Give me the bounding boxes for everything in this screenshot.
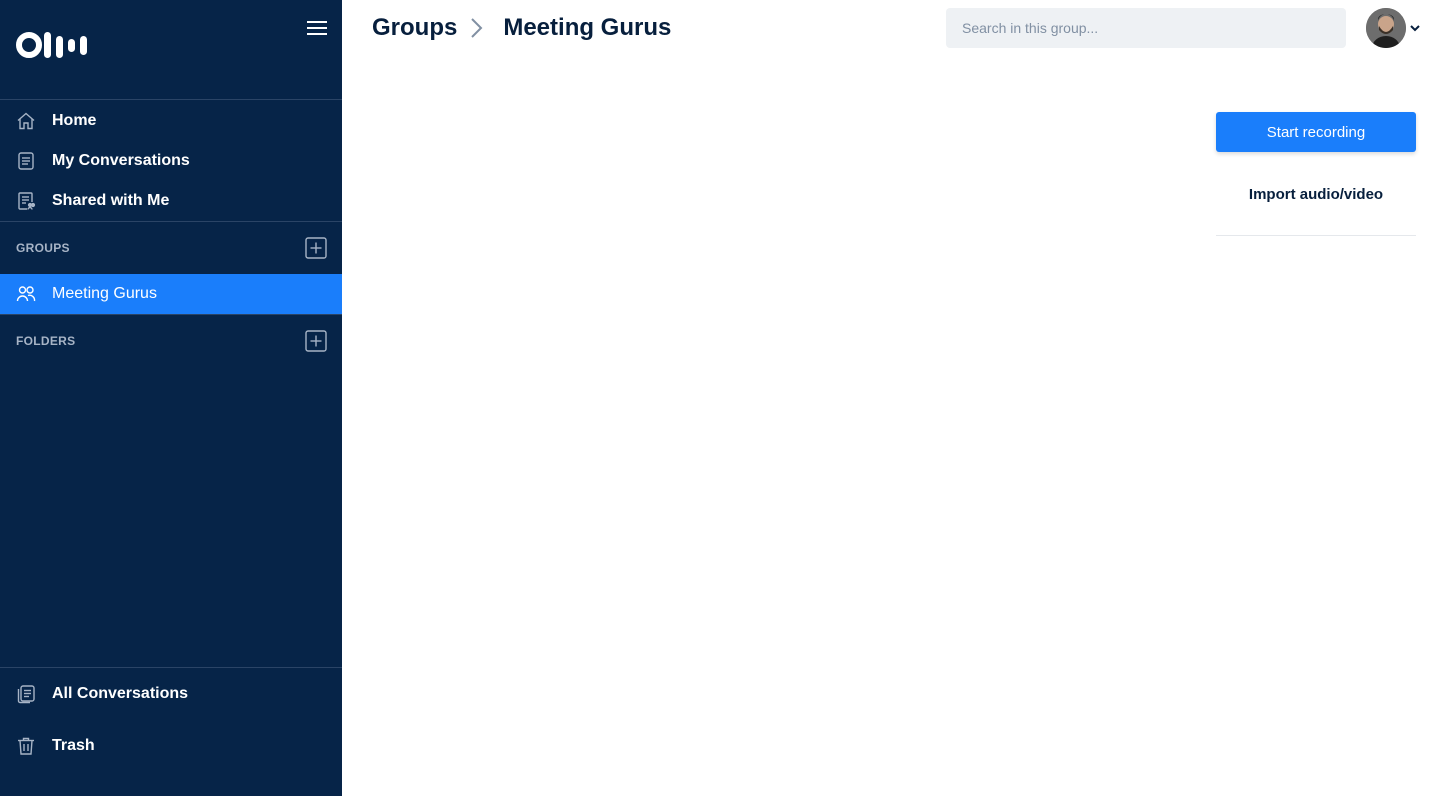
shared-document-icon — [16, 191, 36, 211]
sidebar-item-home[interactable]: Home — [0, 101, 342, 141]
sidebar-item-my-conversations[interactable]: My Conversations — [0, 141, 342, 181]
sidebar-divider — [0, 221, 342, 222]
documents-stack-icon — [16, 684, 36, 704]
user-menu[interactable] — [1366, 8, 1421, 48]
import-audio-video-button[interactable]: Import audio/video — [1216, 174, 1416, 214]
start-recording-button[interactable]: Start recording — [1216, 112, 1416, 152]
breadcrumb-groups-link[interactable]: Groups — [372, 14, 457, 42]
groups-header-label: GROUPS — [16, 241, 70, 255]
sidebar: Home My Conversations Shared with Me GRO… — [0, 0, 342, 796]
chevron-right-icon — [471, 18, 483, 38]
sidebar-item-all-conversations[interactable]: All Conversations — [0, 668, 342, 720]
sidebar-item-label: All Conversations — [52, 685, 189, 702]
otter-logo[interactable] — [16, 30, 90, 60]
sidebar-nav: Home My Conversations Shared with Me — [0, 101, 342, 221]
menu-icon[interactable] — [306, 18, 328, 38]
sidebar-bottom-nav: All Conversations Trash — [0, 667, 342, 772]
groups-section-header: GROUPS — [0, 228, 342, 268]
sidebar-logo-row — [0, 0, 342, 100]
sidebar-item-label: Meeting Gurus — [52, 285, 157, 302]
sidebar-item-label: Home — [52, 112, 97, 129]
avatar[interactable] — [1366, 8, 1406, 48]
folders-header-label: FOLDERS — [16, 334, 76, 348]
page-title: Meeting Gurus — [503, 14, 672, 41]
add-folder-button[interactable] — [305, 330, 327, 352]
people-icon — [16, 284, 36, 304]
add-group-button[interactable] — [305, 237, 327, 259]
sidebar-item-meeting-gurus[interactable]: Meeting Gurus — [0, 274, 342, 314]
sidebar-divider — [0, 314, 342, 315]
actions-divider — [1216, 235, 1416, 236]
sidebar-item-label: Shared with Me — [52, 192, 170, 209]
sidebar-item-shared-with-me[interactable]: Shared with Me — [0, 181, 342, 221]
sidebar-item-label: My Conversations — [52, 152, 190, 169]
chevron-down-icon — [1410, 25, 1420, 32]
search-input[interactable] — [946, 8, 1346, 48]
breadcrumb: Groups Meeting Gurus — [372, 12, 671, 44]
home-icon — [16, 111, 36, 131]
document-icon — [16, 151, 36, 171]
trash-icon — [16, 736, 36, 756]
sidebar-item-trash[interactable]: Trash — [0, 720, 342, 772]
sidebar-item-label: Trash — [52, 737, 95, 754]
folders-section-header: FOLDERS — [0, 321, 342, 361]
